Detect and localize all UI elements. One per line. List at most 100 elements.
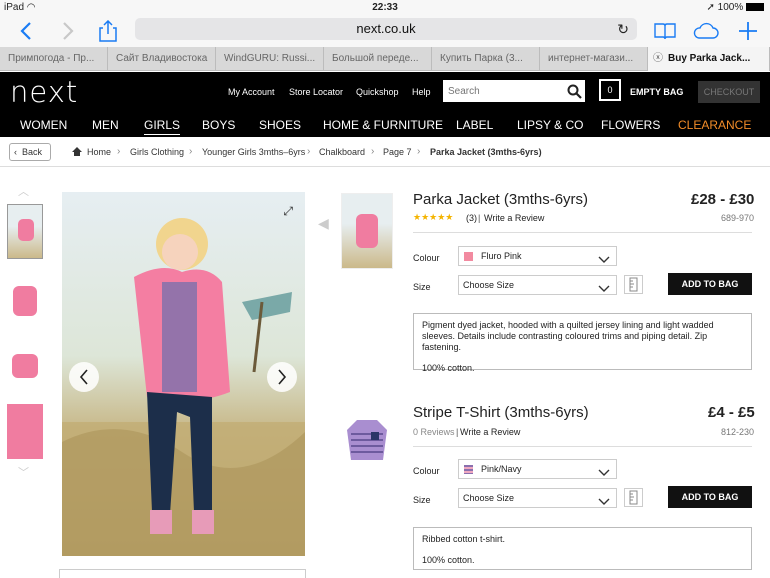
back-button[interactable]: ‹ Back xyxy=(9,143,51,161)
thumbnail[interactable] xyxy=(7,276,43,331)
nav-women[interactable]: WOMEN xyxy=(20,118,67,132)
chevron-up-icon[interactable]: ︿ xyxy=(18,183,29,199)
browser-tab-active[interactable]: ⓧ Buy Parka Jack... xyxy=(648,47,770,71)
colour-select[interactable]: Pink/Navy xyxy=(458,459,617,479)
browser-tab-label: Buy Parka Jack... xyxy=(668,53,751,64)
breadcrumb: ‹ Back Home › Girls Clothing › Younger G… xyxy=(0,141,770,165)
browser-tab[interactable]: Большой переде... xyxy=(324,47,432,71)
browser-toolbar: next.co.uk ↻ xyxy=(0,15,770,47)
main-nav: WOMEN MEN GIRLS BOYS SHOES HOME & FURNIT… xyxy=(0,112,770,137)
back-arrow-icon[interactable] xyxy=(13,18,39,44)
chevron-down-icon xyxy=(598,465,610,483)
write-review-link[interactable]: Write a Review xyxy=(484,213,544,223)
nav-clearance[interactable]: CLEARANCE xyxy=(678,118,751,132)
add-to-bag-button[interactable]: ADD TO BAG xyxy=(668,273,752,295)
back-label: Back xyxy=(22,147,43,157)
breadcrumb-separator-icon: › xyxy=(417,146,421,157)
icloud-tabs-icon[interactable] xyxy=(693,18,719,44)
product-description: Pigment dyed jacket, hooded with a quilt… xyxy=(413,313,752,373)
colour-swatch xyxy=(464,465,473,474)
colour-select[interactable]: Fluro Pink xyxy=(458,246,617,266)
browser-tab[interactable]: Примпогода - Пр... xyxy=(0,47,108,71)
breadcrumb-chalkboard[interactable]: Chalkboard xyxy=(319,147,365,157)
bookmarks-icon[interactable] xyxy=(652,18,678,44)
review-count: (3) xyxy=(466,213,477,223)
chevron-down-icon[interactable]: ﹀ xyxy=(18,464,29,480)
size-guide-icon[interactable] xyxy=(624,275,643,294)
expand-icon[interactable]: ⤢ xyxy=(283,204,293,219)
forward-arrow-icon[interactable] xyxy=(55,18,81,44)
nav-home-furniture[interactable]: HOME & FURNITURE xyxy=(323,118,443,132)
breadcrumb-separator-icon: › xyxy=(307,146,311,157)
description-text: Ribbed cotton t-shirt. xyxy=(422,534,506,544)
size-select[interactable]: Choose Size xyxy=(458,275,617,295)
bag-label[interactable]: EMPTY BAG xyxy=(630,87,683,97)
breadcrumb-girls-clothing[interactable]: Girls Clothing xyxy=(130,147,184,157)
gallery-next-icon[interactable] xyxy=(267,362,297,392)
review-count: 0 Reviews xyxy=(413,427,455,437)
thumbnail[interactable] xyxy=(7,204,43,259)
search-icon[interactable] xyxy=(563,80,585,102)
nav-men[interactable]: MEN xyxy=(92,118,119,132)
home-icon[interactable] xyxy=(72,147,82,158)
nav-lipsy[interactable]: LIPSY & CO xyxy=(517,118,583,132)
next-logo[interactable]: next xyxy=(10,75,78,109)
breadcrumb-home[interactable]: Home xyxy=(87,147,111,157)
rating-stars-icon: ★★★★★ xyxy=(413,212,454,222)
material-text: 100% cotton. xyxy=(422,363,475,373)
add-to-bag-button[interactable]: ADD TO BAG xyxy=(668,486,752,508)
size-select[interactable]: Choose Size xyxy=(458,488,617,508)
colour-label: Colour xyxy=(413,253,440,263)
reload-icon[interactable]: ↻ xyxy=(617,18,629,40)
search-box xyxy=(443,80,585,102)
thumbnail[interactable] xyxy=(7,340,43,395)
nav-label[interactable]: LABEL xyxy=(456,118,493,132)
search-input[interactable] xyxy=(443,80,561,102)
address-bar[interactable]: next.co.uk ↻ xyxy=(135,18,637,40)
breadcrumb-younger-girls[interactable]: Younger Girls 3mths–6yrs xyxy=(202,147,305,157)
bag-icon[interactable]: 0 xyxy=(599,79,621,101)
nav-flowers[interactable]: FLOWERS xyxy=(601,118,660,132)
help-link[interactable]: Help xyxy=(412,87,431,97)
browser-tab[interactable]: Сайт Владивостока xyxy=(108,47,216,71)
share-icon[interactable] xyxy=(95,18,121,44)
breadcrumb-page[interactable]: Page 7 xyxy=(383,147,412,157)
size-guide-icon[interactable] xyxy=(624,488,643,507)
collapse-arrow-icon[interactable]: ◀ xyxy=(318,215,329,232)
my-account-link[interactable]: My Account xyxy=(228,87,275,97)
store-locator-link[interactable]: Store Locator xyxy=(289,87,343,97)
new-tab-icon[interactable] xyxy=(735,18,761,44)
colour-label: Colour xyxy=(413,466,440,476)
review-separator: | xyxy=(478,213,481,223)
size-label: Size xyxy=(413,495,431,505)
quickshop-link[interactable]: Quickshop xyxy=(356,87,399,97)
product-thumbnail[interactable] xyxy=(341,410,393,476)
close-tab-icon[interactable]: ⓧ xyxy=(653,47,663,71)
browser-tab-bar: Примпогода - Пр... Сайт Владивостока Win… xyxy=(0,47,770,71)
write-review-link[interactable]: Write a Review xyxy=(460,427,520,437)
chevron-left-icon: ‹ xyxy=(14,147,17,157)
breadcrumb-separator-icon: › xyxy=(371,146,375,157)
browser-tab[interactable]: интернет-магази... xyxy=(540,47,648,71)
nav-shoes[interactable]: SHOES xyxy=(259,118,301,132)
clock: 22:33 xyxy=(372,2,398,13)
nav-girls[interactable]: GIRLS xyxy=(144,118,181,135)
url-text: next.co.uk xyxy=(356,21,416,36)
thumbnail[interactable] xyxy=(7,404,43,459)
browser-tab[interactable]: Купить Парка (3... xyxy=(432,47,540,71)
colour-value: Fluro Pink xyxy=(481,251,522,261)
product-thumbnail[interactable] xyxy=(341,193,393,269)
chevron-down-icon xyxy=(598,281,610,299)
nav-boys[interactable]: BOYS xyxy=(202,118,235,132)
browser-tab[interactable]: WindGURU: Russi... xyxy=(216,47,324,71)
gallery-prev-icon[interactable] xyxy=(69,362,99,392)
divider xyxy=(413,446,752,447)
divider xyxy=(0,166,770,167)
checkout-button[interactable]: CHECKOUT xyxy=(698,81,760,103)
chevron-down-icon xyxy=(598,494,610,512)
breadcrumb-current: Parka Jacket (3mths-6yrs) xyxy=(430,147,542,157)
product-code: 812-230 xyxy=(721,427,755,437)
review-separator: | xyxy=(456,427,459,437)
size-value: Choose Size xyxy=(463,493,515,503)
product-title: Parka Jacket (3mths-6yrs) xyxy=(413,191,589,208)
